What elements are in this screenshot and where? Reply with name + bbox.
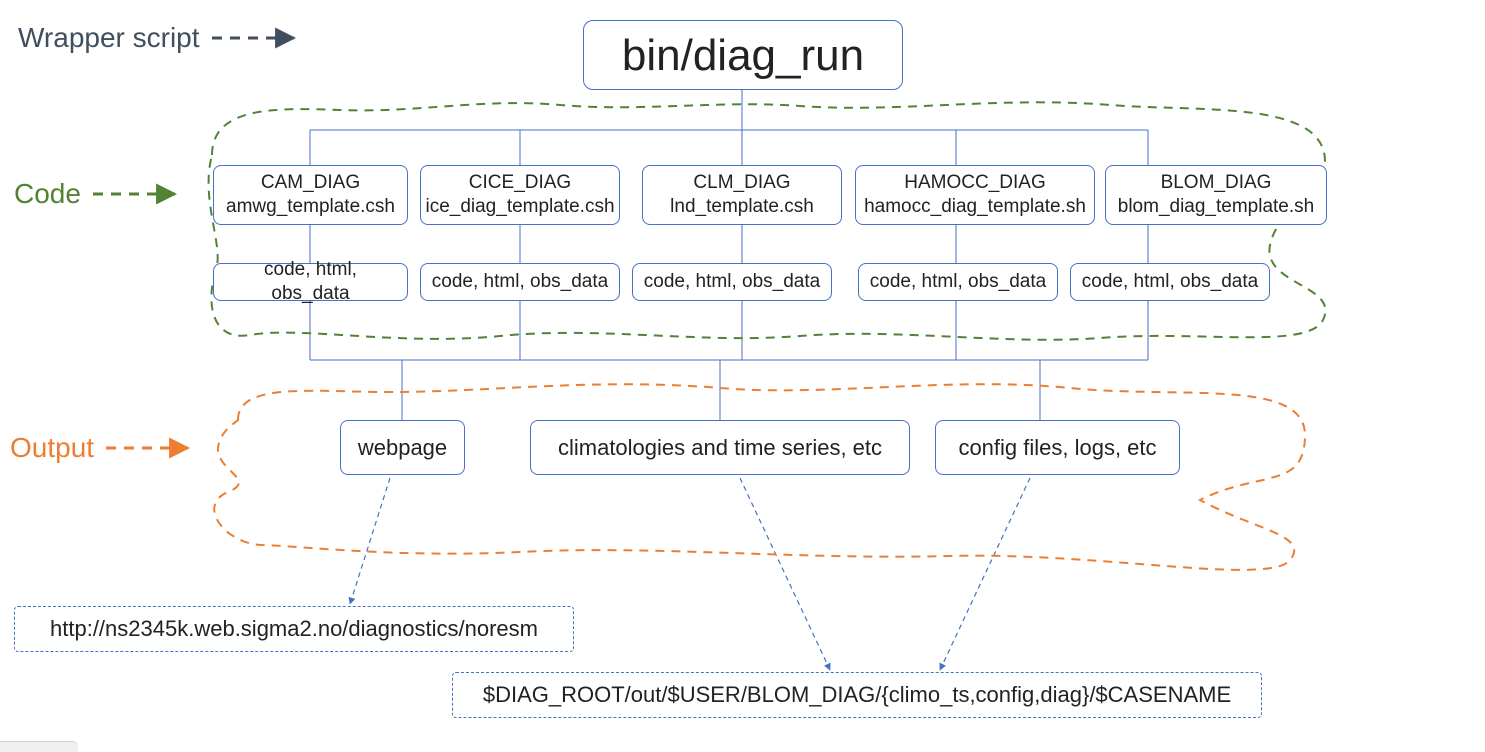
module-cam-line2: amwg_template.csh (226, 195, 395, 219)
module-clm-line1: CLM_DIAG (670, 171, 814, 195)
module-cice-line1: CICE_DIAG (425, 171, 614, 195)
legend-code-text: Code (14, 178, 81, 210)
module-hamocc: HAMOCC_DIAG hamocc_diag_template.sh (855, 165, 1095, 225)
sub-blom: code, html, obs_data (1070, 263, 1270, 301)
target-url: http://ns2345k.web.sigma2.no/diagnostics… (14, 606, 574, 652)
output-webpage: webpage (340, 420, 465, 475)
ui-edge-artifact (0, 742, 78, 752)
module-cice: CICE_DIAG ice_diag_template.csh (420, 165, 620, 225)
target-path: $DIAG_ROOT/out/$USER/BLOM_DIAG/{climo_ts… (452, 672, 1262, 718)
output-climo: climatologies and time series, etc (530, 420, 910, 475)
module-hamocc-line1: HAMOCC_DIAG (864, 171, 1086, 195)
legend-output-text: Output (10, 432, 94, 464)
module-clm-line2: lnd_template.csh (670, 195, 814, 219)
legend-code: Code (14, 178, 183, 210)
legend-output: Output (10, 432, 196, 464)
sub-clm: code, html, obs_data (632, 263, 832, 301)
legend-wrapper: Wrapper script (18, 22, 302, 54)
module-blom: BLOM_DIAG blom_diag_template.sh (1105, 165, 1327, 225)
module-clm: CLM_DIAG lnd_template.csh (642, 165, 842, 225)
module-hamocc-line2: hamocc_diag_template.sh (864, 195, 1086, 219)
legend-wrapper-text: Wrapper script (18, 22, 200, 54)
module-blom-line1: BLOM_DIAG (1118, 171, 1314, 195)
sub-hamocc: code, html, obs_data (858, 263, 1058, 301)
root-box: bin/diag_run (583, 20, 903, 90)
sub-cam: code, html, obs_data (213, 263, 408, 301)
sub-cice: code, html, obs_data (420, 263, 620, 301)
module-cice-line2: ice_diag_template.csh (425, 195, 614, 219)
module-cam: CAM_DIAG amwg_template.csh (213, 165, 408, 225)
module-cam-line1: CAM_DIAG (226, 171, 395, 195)
module-blom-line2: blom_diag_template.sh (1118, 195, 1314, 219)
output-config: config files, logs, etc (935, 420, 1180, 475)
